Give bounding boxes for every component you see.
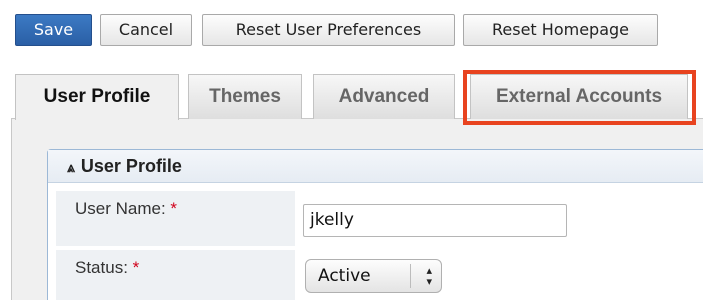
tab-advanced[interactable]: Advanced [313, 74, 455, 119]
status-label: Status: [75, 258, 128, 277]
section-header[interactable]: ⩓ User Profile [48, 150, 703, 183]
required-marker: * [170, 199, 178, 218]
double-chevron-up-icon[interactable]: ⩓ [67, 159, 75, 175]
save-button[interactable]: Save [15, 14, 92, 46]
reset-user-preferences-button[interactable]: Reset User Preferences [202, 14, 455, 46]
updown-arrows-icon: ▴ ▾ [426, 264, 432, 288]
status-select[interactable]: Active ▴ ▾ [305, 259, 442, 293]
tab-user-profile[interactable]: User Profile [15, 74, 179, 120]
user-name-label: User Name: [75, 199, 166, 218]
status-select-value: Active [318, 266, 371, 286]
tab-external-accounts[interactable]: External Accounts [470, 74, 688, 119]
cancel-button[interactable]: Cancel [100, 14, 192, 46]
required-marker: * [132, 258, 140, 277]
user-profile-section: ⩓ User Profile User Name: * jkelly Status… [47, 149, 703, 300]
tab-themes[interactable]: Themes [188, 74, 302, 119]
section-title: User Profile [80, 156, 182, 176]
status-label-cell: Status: * [56, 250, 295, 300]
reset-homepage-button[interactable]: Reset Homepage [463, 14, 658, 46]
user-name-input[interactable]: jkelly [303, 204, 567, 237]
user-name-label-cell: User Name: * [56, 191, 295, 246]
select-divider [410, 264, 411, 288]
